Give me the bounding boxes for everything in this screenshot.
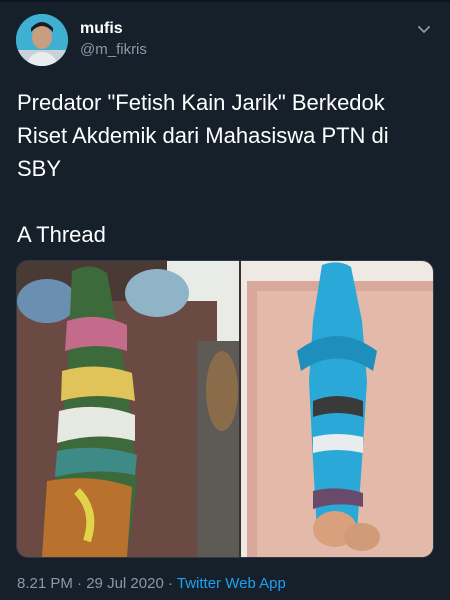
left-photo[interactable] (17, 261, 239, 557)
thread-label: A Thread (17, 222, 106, 247)
tweet-time[interactable]: 8.21 PM (17, 575, 73, 592)
tweet-meta: 8.21 PM · 29 Jul 2020 · Twitter Web App (17, 575, 286, 592)
tweet-source-link[interactable]: Twitter Web App (177, 575, 286, 592)
author-handle[interactable]: @m_fikris (80, 41, 147, 58)
meta-separator-2: · (167, 575, 173, 592)
top-divider (0, 0, 450, 2)
tweet-text: Predator "Fetish Kain Jarik" Berkedok Ri… (17, 86, 437, 251)
tweet-media[interactable] (16, 260, 434, 558)
right-photo[interactable] (241, 261, 433, 557)
avatar[interactable] (16, 14, 68, 66)
avatar-image (16, 14, 68, 66)
meta-separator: · (77, 575, 83, 592)
author-name[interactable]: mufis (80, 20, 123, 38)
chevron-down-icon[interactable] (414, 19, 434, 39)
tweet-headline: Predator "Fetish Kain Jarik" Berkedok Ri… (17, 90, 389, 181)
tweet-date[interactable]: 29 Jul 2020 (86, 575, 164, 592)
